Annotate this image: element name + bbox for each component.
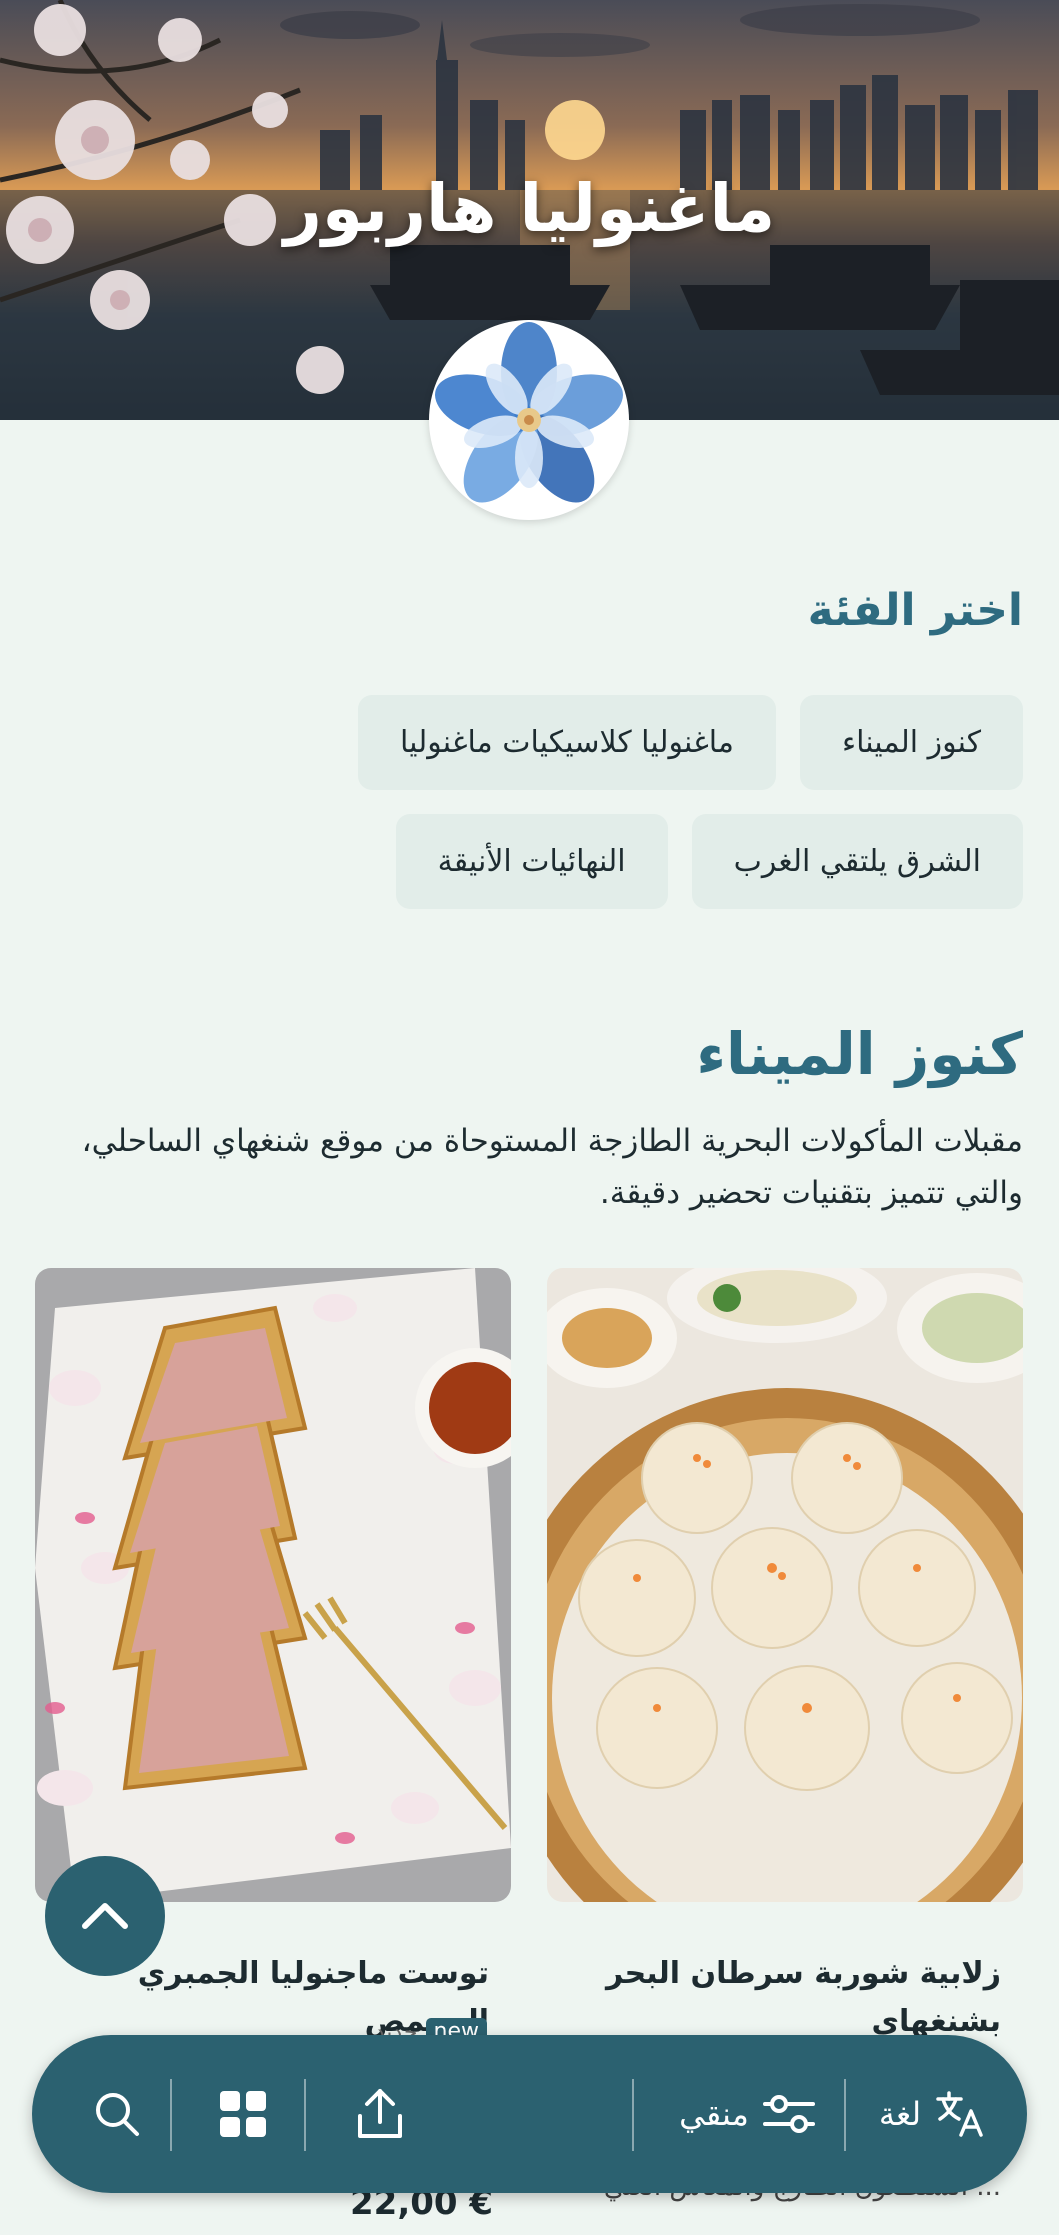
divider: [170, 2079, 172, 2151]
divider: [844, 2079, 846, 2151]
restaurant-logo: [429, 320, 629, 520]
magnolia-logo-icon: [435, 322, 623, 503]
product-image-dumplings[interactable]: [547, 1268, 1023, 1902]
category-chip-east-meets-west[interactable]: الشرق يلتقي الغرب: [691, 814, 1023, 909]
divider: [304, 2079, 306, 2151]
category-chip-harbor-treasures[interactable]: كنوز الميناء: [799, 695, 1023, 790]
restaurant-name: ماغنوليا هاربور: [283, 170, 776, 247]
category-chip-magnolia-classics[interactable]: ماغنوليا كلاسيكيات ماغنوليا: [357, 695, 776, 790]
shrimp-toast-image: [35, 1268, 511, 1902]
chevron-up-icon: [82, 1903, 128, 1929]
section-description: مقبلات المأكولات البحرية الطازجة المستوح…: [81, 1123, 1023, 1211]
section-title: كنوز الميناء: [696, 1020, 1023, 1088]
category-chips: كنوز الميناء ماغنوليا كلاسيكيات ماغنوليا…: [36, 695, 1023, 933]
share-icon: [357, 2089, 402, 2138]
dumplings-image: [547, 1268, 1023, 1902]
divider: [632, 2079, 634, 2151]
share-button[interactable]: [317, 2035, 442, 2193]
product-name-dumplings[interactable]: زلابية شوربة سرطان البحر بشنغهاي: [601, 1950, 1001, 2046]
filter-button[interactable]: منقي: [647, 2035, 847, 2193]
search-icon: [96, 2093, 139, 2136]
language-button[interactable]: لغة: [857, 2035, 1007, 2193]
category-selector-title: اختر الفئة: [807, 585, 1023, 636]
bottom-action-bar: منقي لغة: [32, 2035, 1027, 2193]
category-chip-elegant-finales[interactable]: النهائيات الأنيقة: [395, 814, 668, 909]
translate-icon: [936, 2091, 983, 2137]
scroll-to-top-button[interactable]: [45, 1856, 165, 1976]
grid-icon: [220, 2091, 266, 2137]
search-button[interactable]: [62, 2035, 172, 2193]
filter-label: منقي: [679, 2095, 749, 2133]
product-image-shrimp-toast[interactable]: [35, 1268, 511, 1902]
language-label: لغة: [878, 2095, 922, 2133]
menu-page: ماغنوليا هاربور اختر الفئة كنوز الميناء …: [0, 0, 1059, 2235]
filter-icon: [762, 2095, 815, 2133]
grid-view-button[interactable]: [182, 2035, 304, 2193]
